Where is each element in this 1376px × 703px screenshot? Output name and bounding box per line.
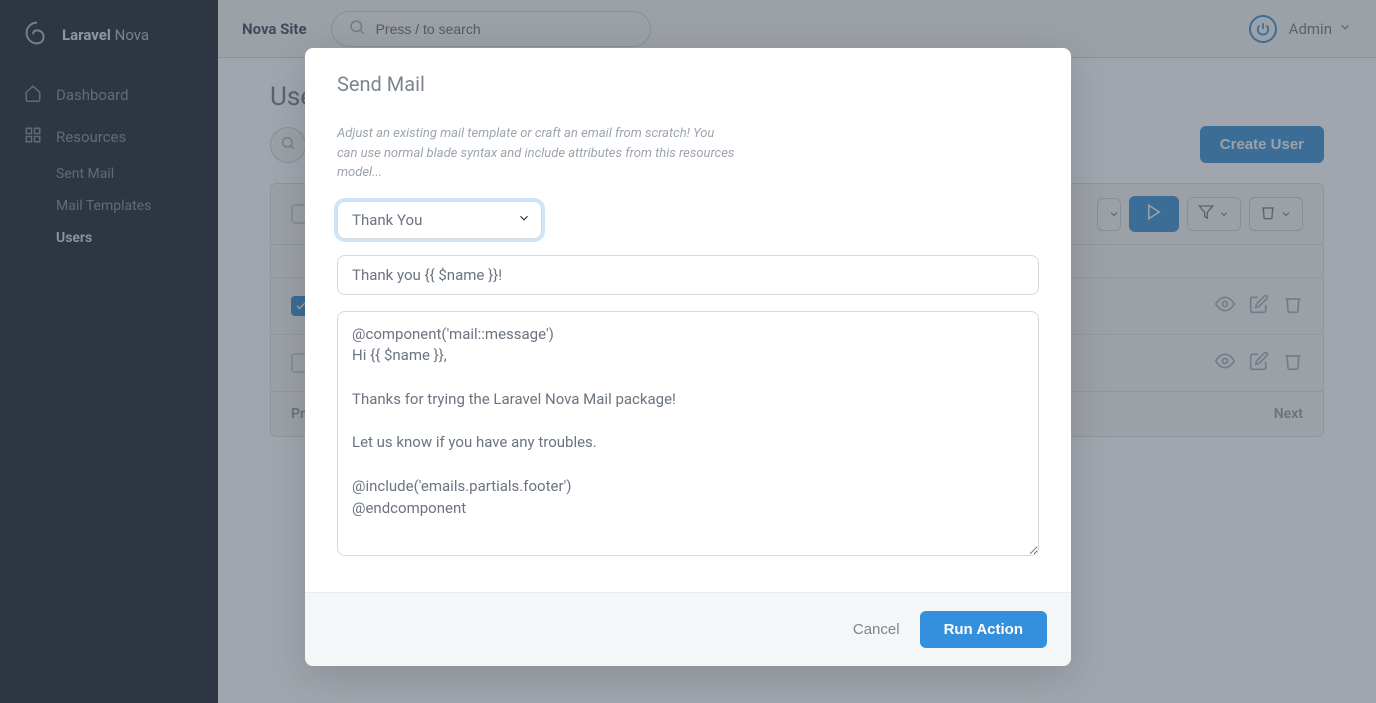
subject-input[interactable] [337, 255, 1039, 295]
modal-body: Adjust an existing mail template or craf… [305, 124, 1071, 593]
send-mail-modal: Send Mail Adjust an existing mail templa… [305, 48, 1071, 666]
template-select[interactable]: Thank You [337, 201, 542, 239]
cancel-button[interactable]: Cancel [853, 621, 900, 638]
modal-footer: Cancel Run Action [305, 593, 1071, 666]
template-select-value: Thank You [352, 211, 422, 229]
run-action-button[interactable]: Run Action [920, 611, 1047, 648]
modal-description: Adjust an existing mail template or craf… [337, 124, 737, 183]
chevron-down-icon [517, 211, 531, 229]
modal-title: Send Mail [337, 72, 1039, 96]
body-textarea[interactable] [337, 311, 1039, 556]
modal-header: Send Mail [305, 48, 1071, 108]
